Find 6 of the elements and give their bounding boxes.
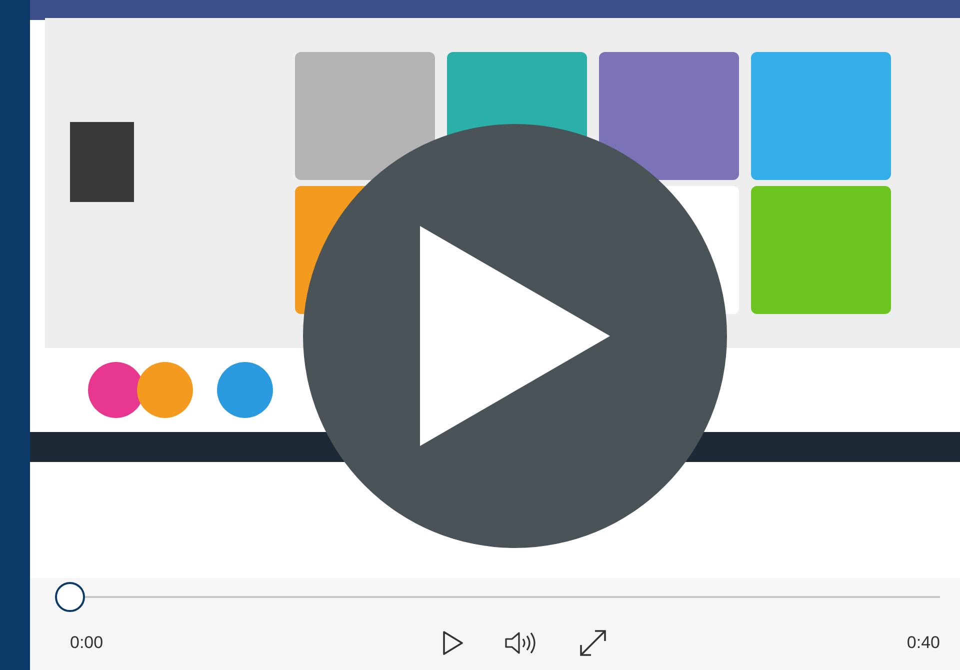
duration-time: 0:40 — [906, 633, 940, 653]
play-icon — [420, 226, 610, 446]
play-icon[interactable] — [442, 630, 464, 656]
current-time: 0:00 — [70, 633, 104, 653]
fullscreen-icon[interactable] — [578, 628, 608, 658]
progress-thumb[interactable] — [55, 582, 85, 612]
